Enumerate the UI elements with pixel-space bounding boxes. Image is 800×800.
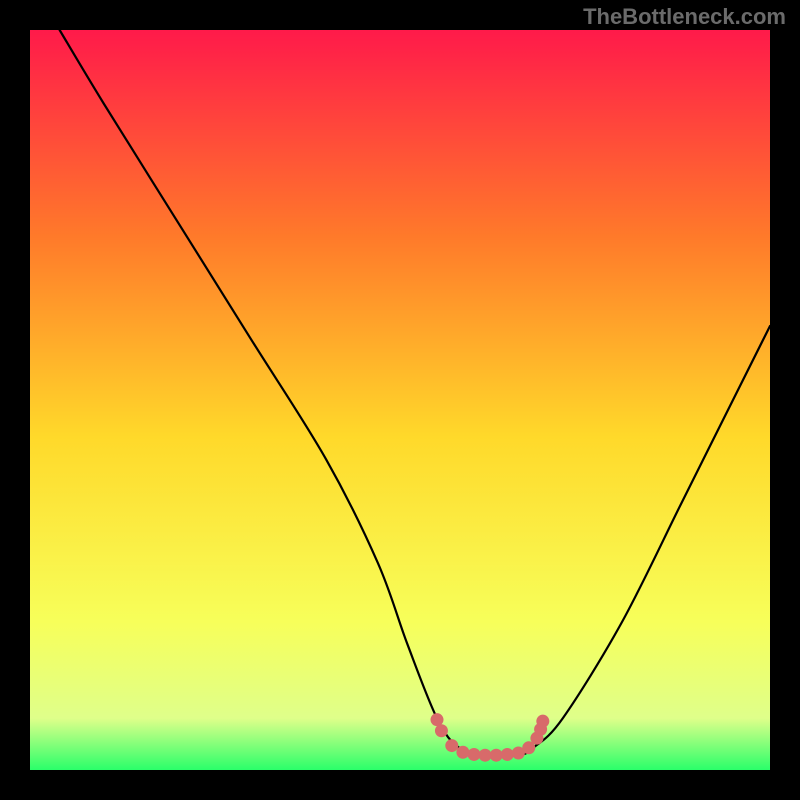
optimal-zone-marker [456,746,469,759]
optimal-zone-marker [435,724,448,737]
plot-area [30,30,770,770]
optimal-zone-marker [479,749,492,762]
optimal-zone-marker [501,748,514,761]
bottleneck-chart [0,0,800,800]
chart-frame: { "watermark": "TheBottleneck.com", "col… [0,0,800,800]
optimal-zone-marker [431,713,444,726]
optimal-zone-marker [468,748,481,761]
optimal-zone-marker [445,739,458,752]
optimal-zone-marker [490,749,503,762]
watermark-text: TheBottleneck.com [583,4,786,30]
optimal-zone-marker [536,715,549,728]
